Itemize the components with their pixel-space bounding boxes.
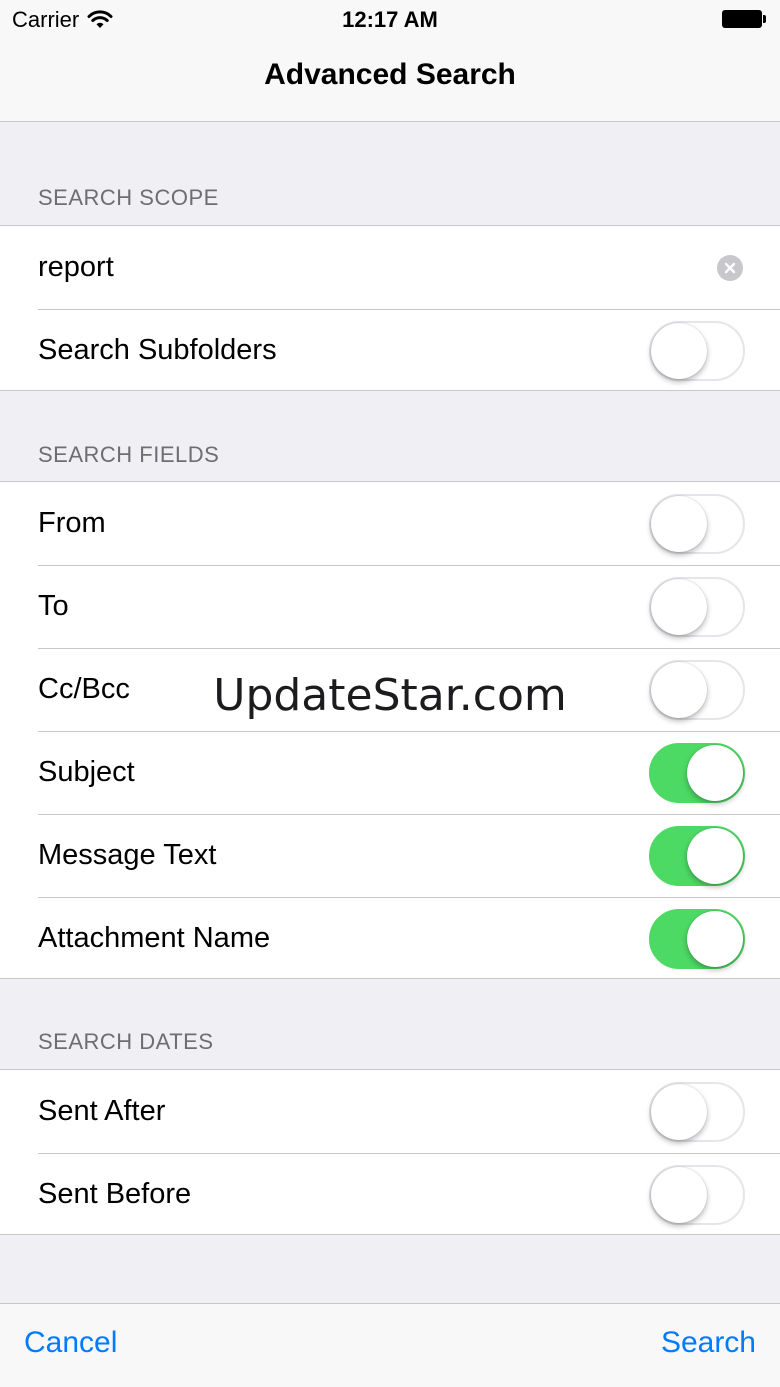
clear-text-button[interactable] <box>717 254 743 281</box>
from-toggle[interactable] <box>649 493 745 554</box>
toggle-knob <box>651 495 707 552</box>
date-row-sent-before: Sent Before <box>0 1153 780 1236</box>
sent-before-toggle[interactable] <box>649 1164 745 1225</box>
search-fields-group: From To Cc/Bcc Subject Message Text Atta… <box>0 481 780 979</box>
field-row-from: From <box>0 482 780 565</box>
status-time: 12:17 AM <box>342 7 438 32</box>
section-header-search-fields: SEARCH FIELDS <box>38 442 220 467</box>
toggle-knob <box>651 661 707 718</box>
toggle-knob <box>687 910 743 967</box>
section-header-search-dates: SEARCH DATES <box>38 1029 214 1054</box>
search-subfolders-toggle[interactable] <box>649 320 745 381</box>
search-dates-group: Sent After Sent Before <box>0 1069 780 1235</box>
field-label-from: From <box>38 507 106 539</box>
toggle-knob <box>651 1166 707 1223</box>
section-header-search-scope: SEARCH SCOPE <box>38 185 219 210</box>
cancel-button[interactable]: Cancel <box>24 1326 117 1360</box>
field-label-subject: Subject <box>38 756 135 788</box>
field-label-cc-bcc: Cc/Bcc <box>38 673 130 705</box>
date-row-sent-after: Sent After <box>0 1070 780 1153</box>
to-toggle[interactable] <box>649 576 745 637</box>
message-text-toggle[interactable] <box>649 825 745 886</box>
clear-icon <box>724 262 736 273</box>
date-label-sent-after: Sent After <box>38 1095 166 1127</box>
top-bar: Carrier 12:17 AM Advanced Search <box>0 0 780 122</box>
field-label-attachment-name: Attachment Name <box>38 922 271 954</box>
sent-after-toggle[interactable] <box>649 1081 745 1142</box>
bottom-toolbar: Cancel Search <box>0 1303 780 1387</box>
field-row-cc-bcc: Cc/Bcc <box>0 648 780 731</box>
field-row-message-text: Message Text <box>0 814 780 897</box>
status-bar: Carrier 12:17 AM <box>0 0 780 40</box>
toggle-knob <box>651 322 707 379</box>
page-title: Advanced Search <box>264 58 516 91</box>
search-scope-group: Search Subfolders <box>0 225 780 391</box>
search-subfolders-label: Search Subfolders <box>38 334 277 366</box>
cc-bcc-toggle[interactable] <box>649 659 745 720</box>
field-row-to: To <box>0 565 780 648</box>
date-label-sent-before: Sent Before <box>38 1178 192 1210</box>
search-query-row <box>0 226 780 309</box>
toggle-knob <box>687 744 743 801</box>
field-label-to: To <box>38 590 69 622</box>
toggle-knob <box>651 578 707 635</box>
field-row-subject: Subject <box>0 731 780 814</box>
field-label-message-text: Message Text <box>38 839 217 871</box>
toggle-knob <box>651 1083 707 1140</box>
search-subfolders-row: Search Subfolders <box>0 309 780 392</box>
toggle-knob <box>687 827 743 884</box>
battery-icon <box>722 10 768 28</box>
subject-toggle[interactable] <box>649 742 745 803</box>
attachment-name-toggle[interactable] <box>649 908 745 969</box>
search-button[interactable]: Search <box>661 1326 756 1360</box>
field-row-attachment-name: Attachment Name <box>0 897 780 980</box>
search-input[interactable] <box>38 226 698 308</box>
